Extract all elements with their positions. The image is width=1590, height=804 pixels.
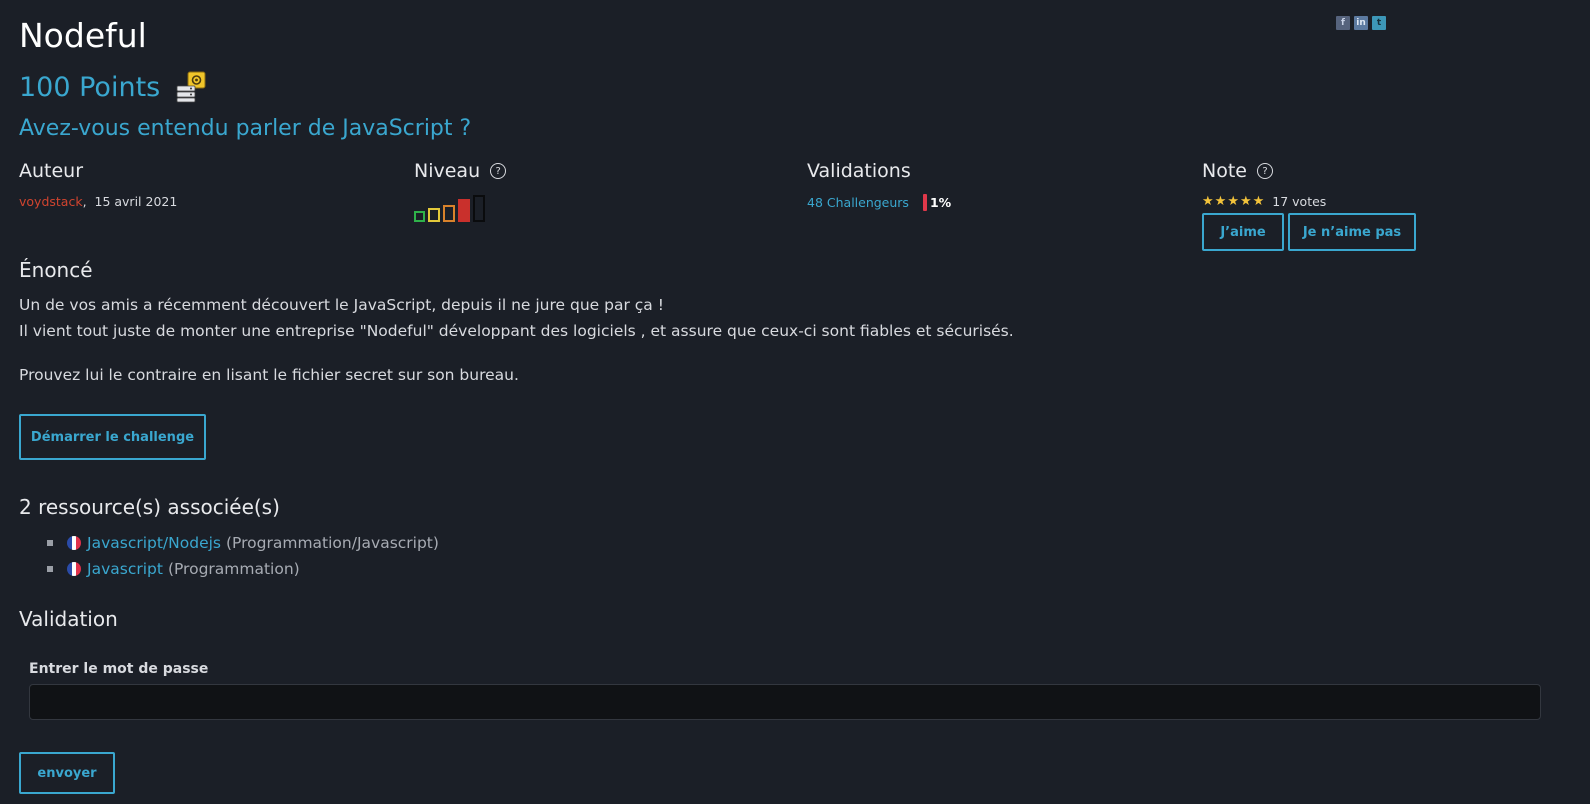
difficulty-bar (428, 208, 440, 222)
difficulty-bar (414, 211, 425, 222)
author-link[interactable]: voydstack (19, 194, 83, 209)
star-icon: ★ (1239, 194, 1252, 209)
vote-count: 17 votes (1272, 194, 1327, 209)
difficulty-bar (443, 205, 455, 222)
points-row: 100 Points (19, 70, 208, 104)
submit-button[interactable]: envoyer (19, 752, 115, 794)
percent-bar (922, 194, 927, 211)
resource-link[interactable]: Javascript/Nodejs (87, 534, 221, 552)
statement-line: Un de vos amis a récemment découvert le … (19, 296, 664, 314)
challengers-link[interactable]: 48 Challengeurs (807, 195, 909, 210)
author-heading: Auteur (19, 160, 84, 182)
validations-heading: Validations (807, 160, 911, 182)
challenge-points: 100 Points (19, 71, 161, 103)
level-heading: Niveau (414, 160, 481, 182)
statement-line: Il vient tout juste de monter une entrep… (19, 322, 1014, 340)
statement-line: Prouvez lui le contraire en lisant le fi… (19, 366, 519, 384)
star-icon: ★ (1214, 194, 1227, 209)
difficulty-bar (458, 199, 470, 222)
note-column: Note ? ★ ★ ★ ★ ★ 17 votes J’aime Je n’aime p… (1202, 160, 1416, 251)
facebook-icon[interactable]: f (1336, 16, 1350, 30)
star-icon: ★ (1252, 194, 1265, 209)
help-icon[interactable]: ? (1256, 163, 1273, 179)
challenge-subtitle: Avez-vous entendu parler de JavaScript ? (19, 116, 472, 141)
note-heading: Note (1202, 160, 1247, 182)
resource-category: (Programmation) (167, 560, 300, 578)
password-label: Entrer le mot de passe (29, 661, 209, 677)
author-column: Auteur voydstack, 15 avril 2021 (19, 160, 177, 209)
list-item: Javascript/Nodejs (Programmation/Javascr… (47, 530, 439, 556)
dislike-button[interactable]: Je n’aime pas (1288, 213, 1416, 251)
challenge-meta: Auteur voydstack, 15 avril 2021 Niveau ?… (19, 160, 1579, 260)
fr-flag-icon (67, 536, 81, 550)
linkedin-icon[interactable]: in (1354, 16, 1368, 30)
resource-link[interactable]: Javascript (87, 560, 163, 578)
validation-heading: Validation (19, 607, 118, 631)
fr-flag-icon (67, 562, 81, 576)
password-input[interactable] (29, 684, 1541, 720)
server-gear-icon (174, 70, 208, 104)
help-icon[interactable]: ? (490, 163, 507, 179)
share-bar: f in t (1336, 16, 1386, 30)
resources-list: Javascript/Nodejs (Programmation/Javascr… (47, 530, 439, 582)
resources-heading: 2 ressource(s) associée(s) (19, 495, 280, 519)
challenge-title: Nodeful (19, 16, 147, 55)
author-separator: , (82, 194, 87, 209)
publish-date: 15 avril 2021 (94, 194, 178, 209)
like-button[interactable]: J’aime (1202, 213, 1284, 251)
level-column: Niveau ? (414, 160, 507, 222)
difficulty-bar (473, 195, 485, 222)
star-icon: ★ (1227, 194, 1239, 209)
list-item: Javascript (Programmation) (47, 556, 439, 582)
start-challenge-button[interactable]: Démarrer le challenge (19, 414, 206, 460)
statement-heading: Énoncé (19, 258, 93, 282)
validation-percent: 1% (922, 194, 952, 211)
twitter-icon[interactable]: t (1372, 16, 1386, 30)
validations-column: Validations 48 Challengeurs 1% (807, 160, 951, 211)
percent-value: 1% (929, 195, 952, 210)
difficulty-bars (414, 195, 506, 222)
rating-stars: ★ ★ ★ ★ ★ (1202, 194, 1264, 209)
resource-category: (Programmation/Javascript) (226, 534, 439, 552)
star-icon: ★ (1202, 194, 1214, 209)
